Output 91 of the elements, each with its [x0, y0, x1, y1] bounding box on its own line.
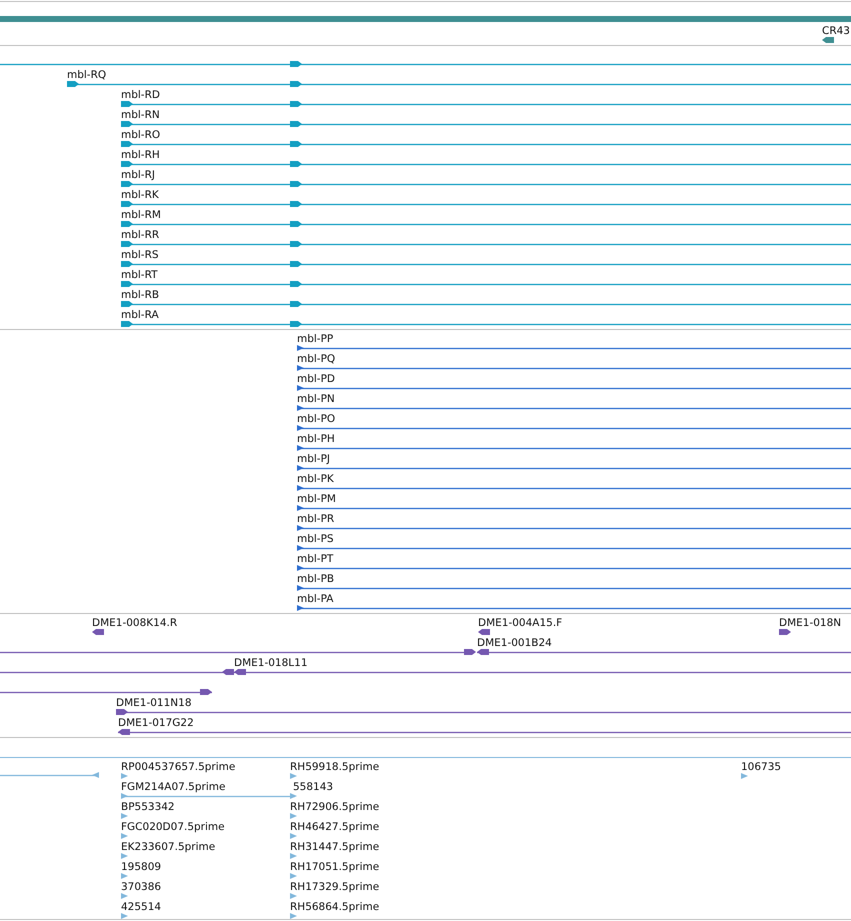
feature-label: DME1-011N18	[116, 697, 192, 709]
feature-glyph[interactable]	[121, 201, 851, 207]
feature-label: 106735	[741, 761, 782, 773]
feature-label: DME1-018N	[779, 617, 842, 629]
feature-glyph[interactable]	[297, 405, 851, 411]
feature-label: mbl-RR	[121, 229, 160, 241]
feature-label: mbl-PJ	[297, 453, 330, 465]
feature-label: 425514	[121, 901, 162, 913]
feature-label: mbl-RA	[121, 309, 159, 321]
feature-label: RH59918.5prime	[290, 761, 380, 773]
feature-glyph[interactable]	[121, 241, 851, 247]
feature-label: mbl-RT	[121, 269, 158, 281]
feature-glyph[interactable]	[297, 525, 851, 531]
feature-label: RH72906.5prime	[290, 801, 380, 813]
feature-glyph[interactable]	[297, 565, 851, 571]
feature-label: mbl-RM	[121, 209, 161, 221]
feature-label: DME1-018L11	[234, 657, 308, 669]
feature-label: RP004537657.5prime	[121, 761, 236, 773]
feature-glyph[interactable]	[297, 585, 851, 591]
feature-glyph[interactable]	[297, 545, 851, 551]
feature-glyph[interactable]	[121, 301, 851, 307]
feature-glyph[interactable]	[297, 345, 851, 351]
feature-label: mbl-PO	[297, 413, 336, 425]
feature-glyph[interactable]	[116, 709, 851, 715]
feature-label: mbl-PT	[297, 553, 334, 565]
feature-glyph[interactable]	[0, 669, 234, 675]
feature-glyph[interactable]	[234, 669, 851, 675]
feature-glyph[interactable]	[297, 425, 851, 431]
feature-glyph[interactable]	[118, 729, 851, 735]
feature-label: BP553342	[121, 801, 175, 813]
feature-glyph[interactable]	[121, 141, 851, 147]
feature-glyph[interactable]	[297, 465, 851, 471]
feature-glyph[interactable]	[0, 649, 476, 655]
feature-glyph[interactable]	[0, 689, 212, 695]
feature-glyph[interactable]	[297, 445, 851, 451]
feature-label: mbl-RN	[121, 109, 160, 121]
feature-glyph[interactable]	[478, 629, 490, 635]
feature-glyph[interactable]	[297, 365, 851, 371]
feature-label: mbl-RO	[121, 129, 160, 141]
feature-label: DME1-017G22	[118, 717, 194, 729]
feature-label: FGC020D07.5prime	[121, 821, 225, 833]
feature-label: mbl-PD	[297, 373, 336, 385]
feature-glyph[interactable]	[121, 281, 851, 287]
feature-label: EK233607.5prime	[121, 841, 216, 853]
feature-glyph[interactable]	[297, 385, 851, 391]
feature-glyph[interactable]	[67, 81, 851, 87]
feature-label: 195809	[121, 861, 162, 873]
feature-label: CR43	[822, 25, 850, 37]
feature-label: DME1-004A15.F	[478, 617, 562, 629]
feature-label: mbl-PR	[297, 513, 334, 525]
feature-label: FGM214A07.5prime	[121, 781, 226, 793]
feature-label: mbl-RB	[121, 289, 160, 301]
feature-glyph[interactable]	[297, 605, 851, 611]
feature-glyph[interactable]	[822, 37, 834, 43]
feature-glyph[interactable]	[121, 161, 851, 167]
feature-label: mbl-PM	[297, 493, 336, 505]
feature-label: mbl-PQ	[297, 353, 336, 365]
feature-glyph[interactable]	[779, 629, 791, 635]
feature-label: mbl-RQ	[67, 69, 106, 81]
feature-label: DME1-008K14.R	[92, 617, 178, 629]
feature-label: RH17051.5prime	[290, 861, 380, 873]
feature-label: RH17329.5prime	[290, 881, 380, 893]
feature-label: DME1-001B24	[477, 637, 552, 649]
feature-glyph[interactable]	[121, 261, 851, 267]
feature-label: RH56864.5prime	[290, 901, 380, 913]
feature-label: mbl-RS	[121, 249, 159, 261]
feature-glyph[interactable]	[121, 221, 851, 227]
feature-glyph[interactable]	[477, 649, 851, 655]
feature-label: mbl-PK	[297, 473, 334, 485]
feature-glyph[interactable]	[92, 629, 104, 635]
feature-glyph[interactable]	[121, 181, 851, 187]
feature-label: mbl-RJ	[121, 169, 155, 181]
feature-glyph[interactable]	[121, 101, 851, 107]
feature-label: mbl-RK	[121, 189, 159, 201]
feature-glyph[interactable]	[0, 61, 851, 67]
feature-label: mbl-PH	[297, 433, 335, 445]
feature-label: mbl-PA	[297, 593, 334, 605]
feature-glyph[interactable]	[121, 321, 851, 327]
feature-label: mbl-RD	[121, 89, 160, 101]
feature-label: mbl-PS	[297, 533, 334, 545]
feature-glyph[interactable]	[297, 485, 851, 491]
feature-label: RH46427.5prime	[290, 821, 380, 833]
feature-label: mbl-PP	[297, 333, 334, 345]
feature-label: 558143	[293, 781, 334, 793]
feature-label: mbl-PN	[297, 393, 335, 405]
feature-glyph[interactable]	[121, 121, 851, 127]
feature-glyph[interactable]	[297, 505, 851, 511]
feature-label: mbl-RH	[121, 149, 160, 161]
feature-label: RH31447.5prime	[290, 841, 380, 853]
feature-label: mbl-PB	[297, 573, 334, 585]
feature-label: 370386	[121, 881, 162, 893]
